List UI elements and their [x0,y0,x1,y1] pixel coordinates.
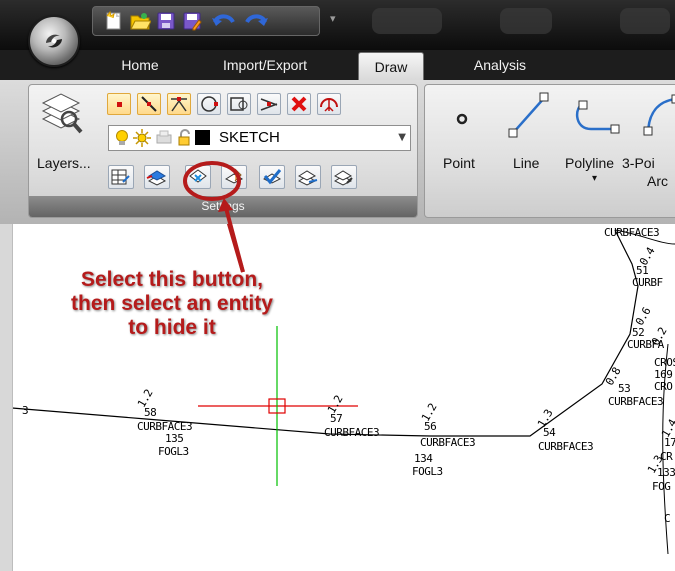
customize-toolbar-icon[interactable]: ▾ [330,12,336,25]
quick-access-toolbar [92,6,320,36]
intersection-snap-button[interactable] [257,93,281,115]
drawing-label: C [664,512,671,525]
isolate-layer-button[interactable] [295,165,321,189]
shape-snap-button[interactable] [227,93,251,115]
undo-icon[interactable] [211,10,237,32]
lightbulb-icon[interactable] [115,129,129,151]
drawing-label: CURBFACE3 [608,395,664,408]
callout-line: then select an entity [71,292,273,315]
left-edge-strip [0,224,13,571]
settings-group: Layers... SKETCH ▼ Settings [28,84,418,218]
application-menu-button[interactable] [28,15,80,67]
open-folder-icon[interactable] [129,10,152,32]
line-snap-button[interactable] [137,93,161,115]
point-snap-button[interactable] [107,93,131,115]
point-button-label[interactable]: Point [443,155,475,171]
drawing-label: CURBFACE3 [604,226,660,239]
drawing-label: CURBF [632,276,663,289]
layers-icon[interactable] [39,91,87,135]
arc-icon[interactable] [640,93,675,143]
chevron-down-icon[interactable]: ▼ [398,132,406,143]
current-layer-name: SKETCH [219,129,280,146]
show-all-button[interactable] [259,165,285,189]
save-icon[interactable] [155,10,177,32]
callout-line: Select this button, [80,268,263,291]
drawing-label: FOGL3 [158,445,189,458]
drawing-label: 3 [22,404,29,417]
layers-button-label[interactable]: Layers... [37,155,91,171]
tab-home[interactable]: Home [112,50,168,80]
drawing-label: 53 [618,382,631,395]
lock-icon[interactable] [177,129,193,151]
arc-button-label[interactable]: 3-Poi [622,155,655,171]
app-logo-icon [46,34,62,48]
layer-color-swatch[interactable] [195,130,210,145]
perpendicular-snap-button[interactable] [167,93,191,115]
instruction-callout: Select this button, then select an entit… [42,268,302,340]
print-icon[interactable] [155,129,173,151]
ribbon: Layers... SKETCH ▼ Settings Point Line P… [0,80,675,225]
drawing-label: CURBFACE3 [538,440,594,453]
drawing-label: CURBFACE3 [420,436,476,449]
drawing-label: CRO [654,380,673,393]
chevron-down-icon[interactable]: ▾ [592,173,597,184]
layer-walk-button[interactable] [331,165,357,189]
paint-layer-button[interactable] [221,165,247,189]
drawing-label: FOGL3 [412,465,443,478]
polyline-button-label[interactable]: Polyline [565,155,614,171]
title-bar: ▾ [0,0,675,50]
line-button-label[interactable]: Line [513,155,539,171]
application-window: ▾ Home Import/Export Draw Analysis Layer… [0,0,675,571]
arc-button-sublabel[interactable]: Arc [647,173,668,189]
new-file-icon[interactable] [103,10,125,32]
tab-import-export[interactable]: Import/Export [200,50,330,80]
point-icon[interactable] [455,111,469,130]
circle-snap-button[interactable] [197,93,221,115]
tab-analysis[interactable]: Analysis [452,50,548,80]
polyline-icon[interactable] [573,97,625,141]
drawing-label: CURBFACE3 [324,426,380,439]
redo-icon[interactable] [243,10,269,32]
settings-group-label: Settings [29,196,417,217]
snap-settings-button[interactable] [317,93,341,115]
callout-line: to hide it [128,316,216,339]
clear-snaps-button[interactable] [287,93,311,115]
drawing-label: 134 [414,452,433,465]
blurred-area [372,8,442,34]
tab-draw[interactable]: Draw [358,52,424,82]
layer-states-button[interactable] [108,165,134,189]
draw-group: Point Line Polyline ▾ 3-Poi Arc [424,84,675,218]
layer-dropdown[interactable]: SKETCH ▼ [108,125,411,151]
ribbon-tab-bar: Home Import/Export Draw Analysis [0,50,675,82]
drawing-label: FOG [652,480,671,493]
layer-previous-button[interactable] [144,165,170,189]
blurred-area [620,8,670,34]
line-icon[interactable] [507,91,551,143]
hide-entity-button[interactable] [185,165,211,189]
callout-arrow [226,224,245,273]
sun-freeze-icon[interactable] [133,129,151,151]
drawing-label: 135 [165,432,184,445]
blurred-area [500,8,552,34]
save-as-icon[interactable] [181,10,203,32]
